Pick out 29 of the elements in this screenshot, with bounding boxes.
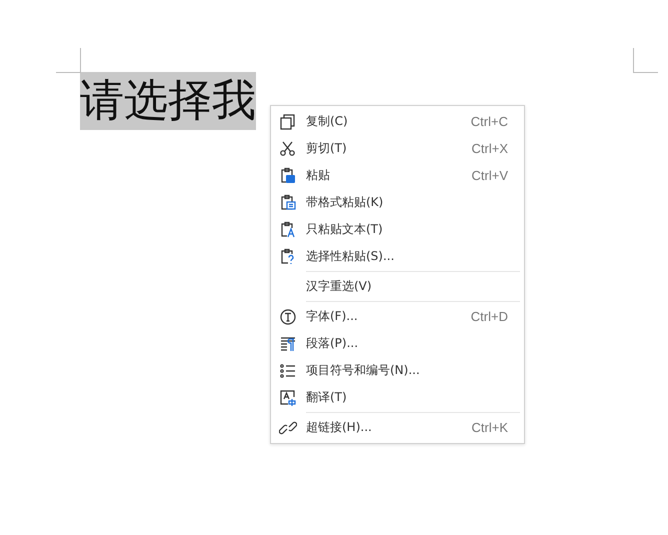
menu-item[interactable]: 段落(P)... — [271, 330, 524, 357]
margin-corner-mark — [633, 48, 658, 73]
menu-item[interactable]: 超链接(H)... Ctrl+K — [271, 414, 524, 441]
bullet-list-icon — [279, 362, 297, 380]
menu-item[interactable]: 项目符号和编号(N)... — [271, 357, 524, 384]
selected-text: 请选择我 — [80, 72, 256, 130]
menu-item[interactable]: 字体(F)... Ctrl+D — [271, 303, 524, 330]
paragraph-icon — [279, 334, 297, 352]
menu-item[interactable]: 复制(C) Ctrl+C — [271, 108, 524, 135]
shortcut-label: Ctrl+V — [472, 168, 508, 183]
copy-icon — [279, 112, 297, 130]
translate-icon — [279, 388, 297, 406]
clipboard-icon — [279, 166, 297, 184]
font-icon — [279, 308, 297, 326]
menu-item[interactable]: 选择性粘贴(S)... — [271, 243, 524, 270]
menu-item[interactable]: 翻译(T) — [271, 384, 524, 411]
menu-item[interactable]: 带格式粘贴(K) — [271, 189, 524, 216]
margin-corner-mark — [56, 48, 81, 73]
menu-item[interactable]: 只粘贴文本(T) — [271, 216, 524, 243]
shortcut-label: Ctrl+K — [472, 420, 508, 435]
shortcut-label: Ctrl+D — [470, 309, 508, 324]
clipboard-letter-icon — [279, 220, 297, 238]
clipboard-list-icon — [279, 194, 297, 212]
menu-item[interactable]: 剪切(T) Ctrl+X — [271, 135, 524, 162]
shortcut-label: Ctrl+C — [470, 114, 508, 129]
scissors-icon — [279, 140, 297, 158]
menu-item[interactable]: 粘贴 Ctrl+V — [271, 162, 524, 189]
menu-item[interactable]: 汉字重选(V) — [271, 273, 524, 300]
shortcut-label: Ctrl+X — [472, 141, 508, 156]
